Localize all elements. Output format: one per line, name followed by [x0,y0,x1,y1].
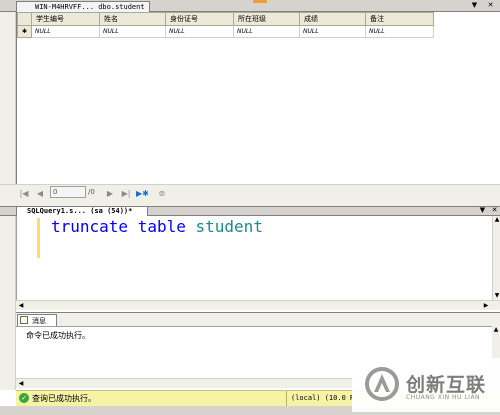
last-record-icon[interactable]: ▶| [120,188,132,200]
grid-cell[interactable]: NULL [365,25,434,38]
stop-icon[interactable]: ⊚ [156,188,168,200]
results-table: 学生编号 姓名 身份证号 所在班级 成绩 备注 ✱ NULL NULL NULL… [17,12,434,38]
column-header[interactable]: 成绩 [299,12,366,26]
table-row[interactable]: ✱ NULL NULL NULL NULL NULL NULL [17,25,434,38]
status-text: 查询已成功执行。 [32,394,96,403]
scroll-left-icon[interactable]: ◀ [17,302,25,310]
change-margin-indicator [37,218,40,258]
first-record-icon[interactable]: |◀ [18,188,30,200]
messages-icon [20,316,28,324]
close-tab-icon[interactable]: ✕ [486,1,495,10]
column-header[interactable]: 学生编号 [31,12,100,26]
editor-tab-title: SQLQuery1.s... (sa (54))* [27,207,133,215]
grid-header-row: 学生编号 姓名 身份证号 所在班级 成绩 备注 [17,12,434,26]
document-tab-table[interactable]: WIN-M4HRVFF... dbo.student [16,1,150,12]
column-header[interactable]: 所在班级 [233,12,300,26]
tab-accent-mark [253,0,267,3]
editor-close-icon[interactable]: ✕ [490,206,499,215]
logo-text-en: CHUANG XIN HU LIAN [406,394,481,401]
document-tab-title: WIN-M4HRVFF... dbo.student [35,3,145,11]
column-header[interactable]: 姓名 [99,12,166,26]
sql-code-line[interactable]: truncate table student [51,217,263,237]
scroll-up-icon[interactable]: ▲ [492,326,500,334]
code-keyword: truncate [51,217,129,236]
scroll-down-icon[interactable]: ▼ [493,292,500,300]
column-header[interactable]: 备注 [365,12,434,26]
tab-dropdown-icon[interactable]: ▼ [470,1,479,10]
grid-corner [17,12,32,26]
results-grid[interactable]: 学生编号 姓名 身份证号 所在班级 成绩 备注 ✱ NULL NULL NULL… [16,12,500,184]
new-record-icon[interactable]: ▶✱ [136,188,149,200]
grid-cell[interactable]: NULL [233,25,300,38]
editor-vertical-scrollbar[interactable]: ▲ ▼ [492,216,500,300]
record-total: /0 [88,188,95,196]
message-text: 命令已成功执行。 [26,331,90,340]
status-server: (local) (10.0 RT [286,391,352,406]
previous-record-icon[interactable]: ◀ [34,188,46,200]
grid-cell[interactable]: NULL [299,25,366,38]
next-record-icon[interactable]: ▶ [104,188,116,200]
record-position-input[interactable]: 0 [50,186,86,198]
grid-cell[interactable]: NULL [31,25,100,38]
scroll-left-icon[interactable]: ◀ [17,380,25,388]
grid-cell[interactable]: NULL [165,25,234,38]
editor-dropdown-icon[interactable]: ▼ [478,206,487,215]
success-check-icon: ✓ [19,393,29,403]
new-row-marker-icon: ✱ [17,25,32,38]
column-header[interactable]: 身份证号 [165,12,234,26]
scroll-up-icon[interactable]: ▲ [493,216,500,224]
grid-cell[interactable]: NULL [99,25,166,38]
results-tab-strip [16,312,500,326]
logo-mark-icon [365,367,399,401]
scroll-right-icon[interactable]: ▶ [482,302,490,310]
tab-sql-query[interactable]: SQLQuery1.s... (sa (54))* [16,206,148,216]
logo-text-cn: 创新互联 [406,374,487,396]
code-identifier: student [195,217,263,236]
code-keyword: table [137,217,186,236]
editor-horizontal-scrollbar[interactable]: ◀ ▶ [16,300,500,310]
messages-tab-label: 消息 [32,317,46,325]
